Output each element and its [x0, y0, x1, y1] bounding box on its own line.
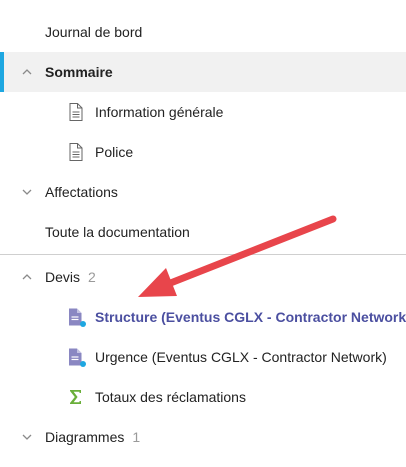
section-divider — [0, 254, 406, 255]
chevron-up-icon[interactable] — [20, 270, 34, 284]
chevron-down-icon[interactable] — [20, 430, 34, 444]
tree-item-diagrammes[interactable]: Diagrammes 1 — [0, 417, 406, 457]
selection-indicator — [0, 52, 4, 92]
tree-item-structure[interactable]: Structure (Eventus CGLX - Contractor Net… — [0, 297, 406, 337]
tree-item-label: Information générale — [95, 104, 224, 120]
tree-item-label: Police — [95, 144, 134, 160]
tree-item-label: Sommaire — [45, 64, 113, 80]
tree-item-label: Devis — [45, 269, 81, 285]
tree-item-information-generale[interactable]: Information générale — [0, 92, 406, 132]
tree-item-label: Affectations — [45, 184, 118, 200]
document-icon — [69, 103, 83, 121]
tree-item-journal[interactable]: Journal de bord — [0, 12, 406, 52]
tree-item-documentation[interactable]: Toute la documentation — [0, 212, 406, 252]
document-icon — [69, 143, 83, 161]
tree-item-label-group: Devis 2 — [45, 269, 96, 285]
filled-document-icon — [69, 308, 86, 327]
status-dot — [80, 321, 86, 327]
tree-item-label: Journal de bord — [45, 24, 143, 40]
tree-item-totaux[interactable]: Totaux des réclamations — [0, 377, 406, 417]
tree-item-affectations[interactable]: Affectations — [0, 172, 406, 212]
sigma-icon — [70, 390, 81, 404]
tree-item-urgence[interactable]: Urgence (Eventus CGLX - Contractor Netwo… — [0, 337, 406, 377]
chevron-down-icon[interactable] — [20, 185, 34, 199]
navigation-tree: Journal de bord Sommaire Information gén… — [0, 0, 406, 467]
filled-document-icon — [69, 348, 86, 367]
tree-item-sommaire[interactable]: Sommaire — [0, 52, 406, 92]
tree-item-label: Totaux des réclamations — [95, 389, 246, 405]
chevron-up-icon[interactable] — [20, 65, 34, 79]
tree-item-label: Toute la documentation — [45, 224, 190, 240]
status-dot — [80, 361, 86, 367]
tree-item-label: Structure (Eventus CGLX - Contractor Net… — [95, 309, 406, 325]
tree-item-police[interactable]: Police — [0, 132, 406, 172]
tree-item-label: Diagrammes — [45, 429, 125, 445]
tree-item-devis[interactable]: Devis 2 — [0, 257, 406, 297]
tree-item-label-group: Diagrammes 1 — [45, 429, 140, 445]
item-count-badge: 2 — [88, 269, 96, 285]
tree-item-label: Urgence (Eventus CGLX - Contractor Netwo… — [95, 349, 387, 365]
item-count-badge: 1 — [132, 429, 141, 445]
